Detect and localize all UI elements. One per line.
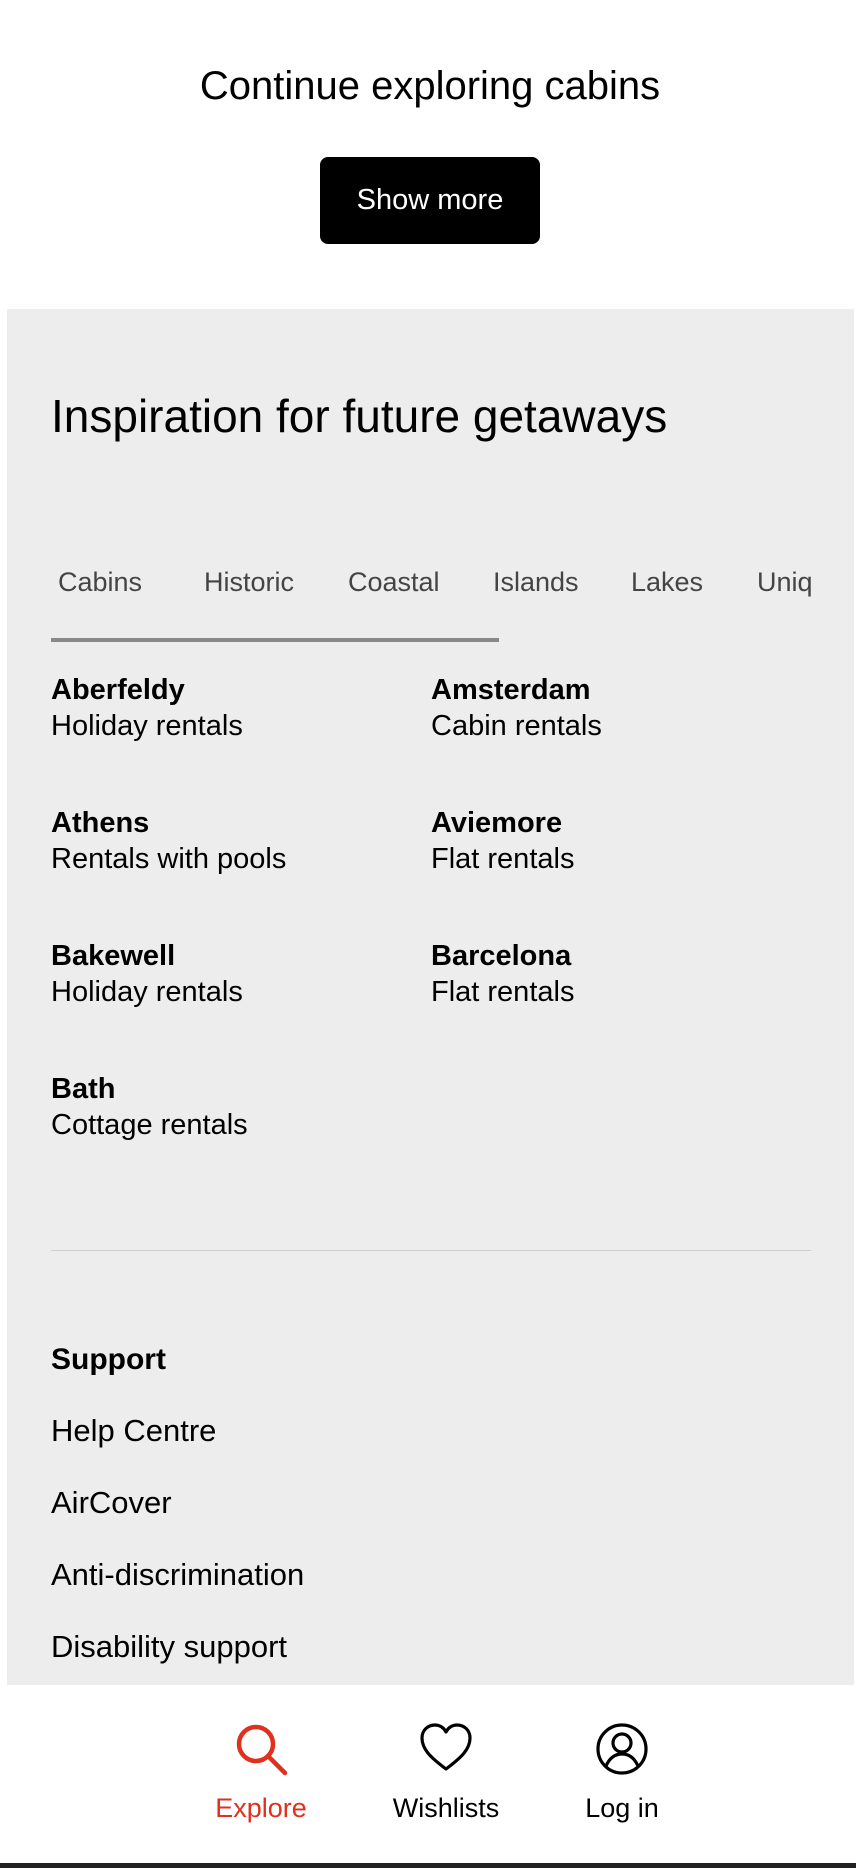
destination-type: Cabin rentals — [431, 710, 602, 742]
help-centre-link[interactable]: Help Centre — [51, 1413, 216, 1449]
destination-type: Cottage rentals — [51, 1109, 248, 1141]
destination-bakewell[interactable]: Bakewell Holiday rentals — [51, 938, 243, 1010]
tab-scroll-indicator — [51, 638, 499, 642]
destination-aberfeldy[interactable]: Aberfeldy Holiday rentals — [51, 672, 243, 744]
destination-city: Amsterdam — [431, 674, 591, 706]
destination-city: Bath — [51, 1073, 116, 1105]
disability-support-link[interactable]: Disability support — [51, 1629, 287, 1665]
nav-log-in[interactable]: Log in — [566, 1721, 678, 1824]
destination-type: Holiday rentals — [51, 710, 243, 742]
destination-bath[interactable]: Bath Cottage rentals — [51, 1071, 248, 1143]
inspiration-title: Inspiration for future getaways — [51, 390, 668, 442]
destination-athens[interactable]: Athens Rentals with pools — [51, 805, 286, 877]
anti-discrimination-link[interactable]: Anti-discrimination — [51, 1557, 304, 1593]
tab-cabins[interactable]: Cabins — [58, 567, 142, 598]
destination-city: Aberfeldy — [51, 674, 185, 706]
section-divider — [51, 1250, 811, 1251]
tab-islands[interactable]: Islands — [493, 567, 579, 598]
destination-city: Aviemore — [431, 807, 563, 839]
bottom-navigation: Explore Wishlists Log in — [0, 1685, 856, 1863]
tab-lakes[interactable]: Lakes — [631, 567, 703, 598]
destination-amsterdam[interactable]: Amsterdam Cabin rentals — [431, 672, 602, 744]
destination-aviemore[interactable]: Aviemore Flat rentals — [431, 805, 574, 877]
nav-label: Wishlists — [392, 1793, 500, 1823]
inspiration-panel: Inspiration for future getaways Cabins H… — [7, 309, 854, 1685]
search-icon — [196, 1721, 326, 1777]
destination-type: Flat rentals — [431, 976, 575, 1008]
nav-label: Log in — [585, 1793, 659, 1823]
tab-historic[interactable]: Historic — [204, 567, 294, 598]
continue-title: Continue exploring cabins — [199, 64, 661, 108]
tab-coastal[interactable]: Coastal — [348, 567, 440, 598]
tab-unique[interactable]: Unique — [757, 567, 811, 598]
destination-type: Flat rentals — [431, 843, 575, 875]
destination-city: Bakewell — [51, 940, 176, 972]
nav-label: Explore — [215, 1793, 307, 1823]
destination-city: Athens — [51, 807, 150, 839]
continue-section: Continue exploring cabins Show more — [0, 0, 856, 309]
user-circle-icon — [566, 1721, 678, 1777]
category-tabs: Cabins Historic Coastal Islands Lakes Un… — [51, 559, 811, 604]
nav-wishlists[interactable]: Wishlists — [376, 1721, 516, 1824]
destination-type: Rentals with pools — [51, 843, 287, 875]
destination-type: Holiday rentals — [51, 976, 243, 1008]
heart-icon — [376, 1721, 516, 1777]
show-more-button[interactable]: Show more — [320, 157, 540, 244]
destination-city: Barcelona — [431, 940, 572, 972]
bottom-edge-bar — [0, 1863, 856, 1868]
support-heading: Support — [51, 1343, 166, 1376]
destination-barcelona[interactable]: Barcelona Flat rentals — [431, 938, 574, 1010]
aircover-link[interactable]: AirCover — [51, 1485, 172, 1521]
nav-explore[interactable]: Explore — [196, 1721, 326, 1824]
